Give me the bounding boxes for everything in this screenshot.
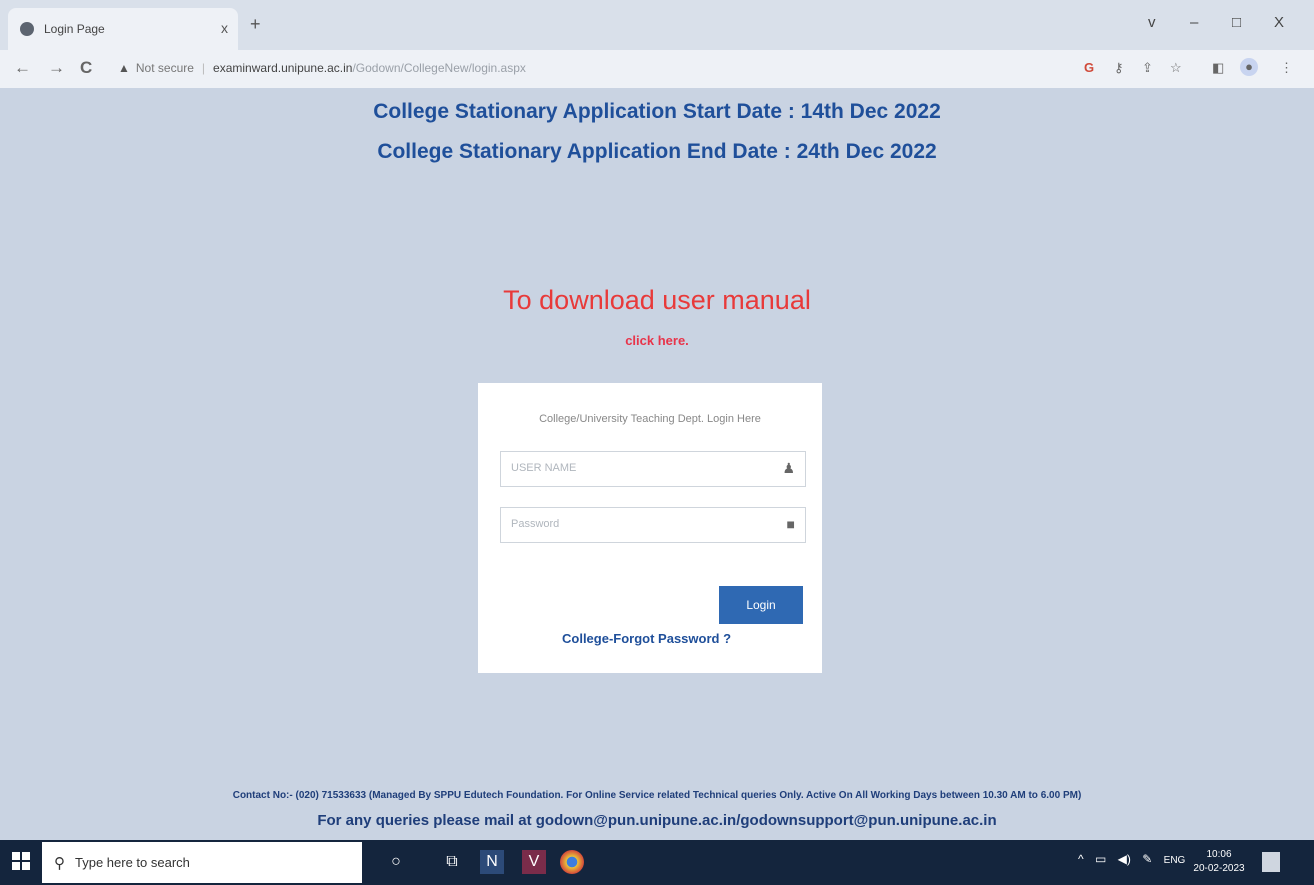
task-view-icon[interactable]: ⧉ bbox=[440, 850, 464, 874]
password-input[interactable] bbox=[501, 508, 761, 540]
login-button[interactable]: Login bbox=[719, 586, 803, 624]
chevron-up-icon[interactable]: ^ bbox=[1078, 852, 1084, 866]
taskbar-clock[interactable]: 10:06 20-02-2023 bbox=[1188, 848, 1250, 876]
star-icon[interactable]: ☆ bbox=[1170, 60, 1182, 76]
profile-icon[interactable]: ● bbox=[1240, 58, 1258, 76]
contact-info: Contact No:- (020) 71533633 (Managed By … bbox=[232, 790, 1082, 801]
login-panel: College/University Teaching Dept. Login … bbox=[478, 383, 822, 673]
tab-title: Login Page bbox=[44, 22, 105, 36]
warning-icon[interactable]: ▲ bbox=[118, 61, 130, 75]
cortana-icon[interactable]: ○ bbox=[384, 850, 408, 874]
support-email-line: For any queries please mail at godown@pu… bbox=[317, 812, 997, 829]
login-panel-title: College/University Teaching Dept. Login … bbox=[539, 413, 761, 425]
taskbar-search-placeholder: Type here to search bbox=[75, 855, 190, 870]
minimize-button[interactable]: – bbox=[1190, 14, 1198, 31]
end-date-heading: College Stationary Application End Date … bbox=[377, 140, 937, 163]
windows-start-icon[interactable] bbox=[12, 852, 30, 870]
share-icon[interactable]: ⇪ bbox=[1142, 60, 1153, 76]
chrome-icon[interactable] bbox=[560, 850, 584, 874]
url-host: examinward.unipune.ac.in bbox=[213, 61, 353, 75]
forgot-password-link[interactable]: College-Forgot Password ? bbox=[562, 631, 731, 646]
reload-icon[interactable]: C bbox=[80, 58, 92, 78]
tab-close-icon[interactable]: x bbox=[221, 20, 228, 36]
google-icon[interactable]: G bbox=[1084, 60, 1094, 75]
url-field[interactable]: ▲ Not secure | examinward.unipune.ac.in … bbox=[112, 56, 1172, 80]
pen-icon[interactable]: ✎ bbox=[1142, 852, 1152, 866]
password-field[interactable]: ■ bbox=[500, 507, 806, 543]
sidebar-icon[interactable]: ◧ bbox=[1212, 60, 1224, 76]
app-icon[interactable]: N bbox=[480, 850, 504, 874]
security-label[interactable]: Not secure bbox=[136, 61, 194, 75]
clock-date: 20-02-2023 bbox=[1193, 863, 1245, 874]
key-icon[interactable]: ⚷ bbox=[1114, 60, 1124, 76]
username-field[interactable]: ♟ bbox=[500, 451, 806, 487]
back-arrow-icon[interactable]: ← bbox=[14, 58, 31, 78]
lock-icon: ■ bbox=[786, 516, 795, 532]
volume-icon[interactable]: ◀) bbox=[1118, 852, 1131, 866]
close-window-button[interactable]: X bbox=[1274, 14, 1284, 31]
download-manual-link: click here. bbox=[0, 333, 1314, 348]
start-date-heading: College Stationary Application Start Dat… bbox=[373, 100, 941, 123]
forward-arrow-icon[interactable]: → bbox=[48, 58, 65, 78]
url-divider: | bbox=[201, 61, 206, 75]
network-icon[interactable]: ▭ bbox=[1095, 852, 1106, 866]
clock-time: 10:06 bbox=[1206, 849, 1232, 860]
menu-icon[interactable]: ⋮ bbox=[1280, 60, 1293, 76]
language-indicator[interactable]: ENG bbox=[1164, 855, 1186, 866]
globe-icon bbox=[20, 22, 34, 36]
restore-button[interactable]: □ bbox=[1232, 14, 1241, 31]
new-tab-button[interactable]: + bbox=[250, 14, 261, 35]
user-manual-heading: To download user manual bbox=[503, 285, 811, 315]
browser-tab[interactable]: Login Page x bbox=[8, 8, 238, 50]
user-icon: ♟ bbox=[782, 460, 795, 476]
url-path: /Godown/CollegeNew/login.aspx bbox=[352, 61, 526, 75]
notification-icon[interactable] bbox=[1262, 852, 1280, 872]
app-icon-2[interactable]: V bbox=[522, 850, 546, 874]
username-input[interactable] bbox=[501, 452, 761, 484]
system-tray: ^ ▭ ◀) ✎ ENG bbox=[1078, 852, 1185, 866]
taskbar-search[interactable]: ⚲ Type here to search bbox=[42, 842, 362, 883]
click-here-link[interactable]: click here. bbox=[625, 333, 689, 348]
search-icon: ⚲ bbox=[54, 854, 65, 872]
tab-search-icon[interactable]: v bbox=[1148, 14, 1156, 31]
